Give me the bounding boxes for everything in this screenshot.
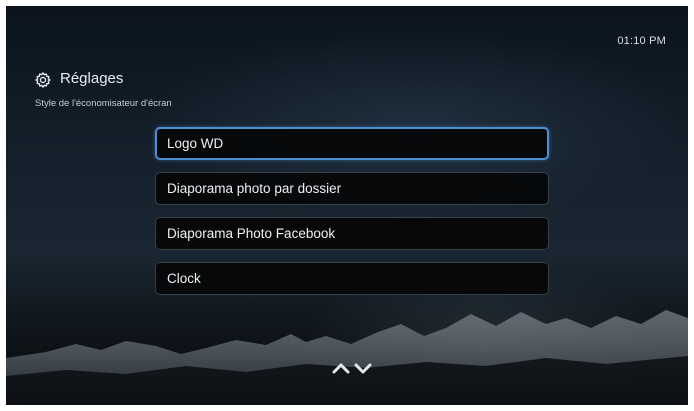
menu-item-folder-slideshow[interactable]: Diaporama photo par dossier bbox=[155, 172, 549, 205]
gear-icon bbox=[35, 72, 51, 88]
page-subtitle: Style de l'économisateur d'écran bbox=[35, 98, 172, 109]
chevron-down-icon[interactable] bbox=[354, 363, 372, 374]
chevron-up-icon[interactable] bbox=[332, 363, 350, 374]
screensaver-style-menu: Logo WD Diaporama photo par dossier Diap… bbox=[155, 127, 549, 307]
clock: 01:10 PM bbox=[617, 35, 666, 47]
menu-item-facebook-slideshow[interactable]: Diaporama Photo Facebook bbox=[155, 217, 549, 250]
menu-item-clock[interactable]: Clock bbox=[155, 262, 549, 295]
page-title: Réglages bbox=[60, 70, 124, 87]
scroll-arrows bbox=[332, 363, 372, 374]
menu-item-logo-wd[interactable]: Logo WD bbox=[155, 127, 549, 160]
